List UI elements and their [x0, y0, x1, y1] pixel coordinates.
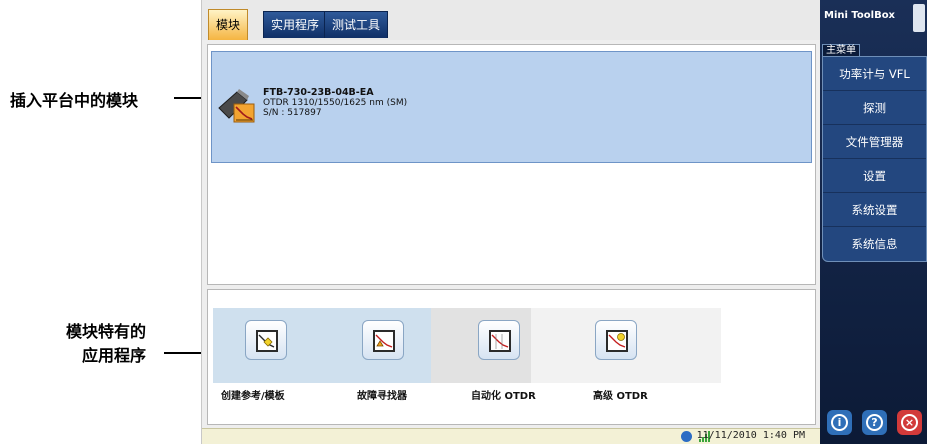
device-icon — [913, 4, 925, 32]
module-description: OTDR 1310/1550/1625 nm (SM) — [263, 98, 408, 108]
sidebar-item-settings[interactable]: 设置 — [823, 159, 926, 193]
otdr-module-icon — [217, 86, 257, 126]
module-name: FTB-730-23B-04B-EA — [263, 87, 374, 98]
advanced-otdr-button[interactable] — [595, 320, 637, 360]
apps-panel: 创建参考/模板 故障寻找器 自动化 OTDR 高级 OTDR — [207, 289, 816, 425]
reference-template-button[interactable] — [245, 320, 287, 360]
sidebar-title: Mini ToolBox — [824, 10, 896, 21]
fault-finder-label: 故障寻找器 — [357, 391, 407, 402]
sidebar-item-file-manager[interactable]: 文件管理器 — [823, 125, 926, 159]
close-icon: × — [901, 414, 918, 431]
callout-module-apps-line2: 应用程序 — [82, 346, 147, 365]
reference-template-icon — [256, 330, 278, 352]
close-button[interactable]: × — [897, 410, 922, 435]
tab-utilities[interactable]: 实用程序 — [263, 11, 328, 38]
advanced-otdr-label: 高级 OTDR — [593, 391, 648, 402]
tab-modules[interactable]: 模块 — [208, 9, 249, 40]
modules-panel: FTB-730-23B-04B-EA OTDR 1310/1550/1625 n… — [207, 44, 816, 285]
help-button[interactable]: ? — [862, 410, 887, 435]
fault-finder-button[interactable] — [362, 320, 404, 360]
sidebar-item-power-meter-vfl[interactable]: 功率计与 VFL — [823, 57, 926, 91]
auto-otdr-button[interactable] — [478, 320, 520, 360]
module-card[interactable]: FTB-730-23B-04B-EA OTDR 1310/1550/1625 n… — [211, 51, 812, 163]
mini-toolbox-sidebar: Mini ToolBox 主菜单 功率计与 VFL 探测 文件管理器 设置 系统… — [820, 0, 927, 444]
auto-otdr-label: 自动化 OTDR — [471, 391, 536, 402]
sidebar-item-system-info[interactable]: 系统信息 — [823, 227, 926, 261]
help-icon: ? — [866, 414, 883, 431]
tab-test-tools[interactable]: 测试工具 — [324, 11, 389, 38]
info-button[interactable]: i — [827, 410, 852, 435]
app-strip — [213, 308, 721, 383]
callout-module-inserted: 插入平台中的模块 — [10, 91, 139, 110]
info-icon: i — [831, 414, 848, 431]
main-window: 模块 实用程序 测试工具 FTB-730-23B-04B-EA OTDR 131… — [201, 0, 821, 444]
sidebar-item-probe[interactable]: 探测 — [823, 91, 926, 125]
sidebar-menu: 功率计与 VFL 探测 文件管理器 设置 系统设置 系统信息 — [822, 56, 927, 262]
bluetooth-icon — [681, 431, 692, 442]
sidebar-item-system-settings[interactable]: 系统设置 — [823, 193, 926, 227]
reference-template-label: 创建参考/模板 — [221, 391, 285, 402]
callout-module-apps-line1: 模块特有的 — [66, 322, 147, 341]
fault-finder-icon — [373, 330, 395, 352]
status-datetime: 11/11/2010 1:40 PM — [696, 430, 805, 441]
module-info: FTB-730-23B-04B-EA OTDR 1310/1550/1625 n… — [263, 87, 408, 119]
tab-bar: 模块 实用程序 测试工具 — [202, 0, 821, 40]
advanced-otdr-icon — [606, 330, 628, 352]
auto-otdr-icon — [489, 330, 511, 352]
status-bar: 11/11/2010 1:40 PM — [202, 428, 821, 444]
module-serial: S/N : 517897 — [263, 108, 322, 118]
